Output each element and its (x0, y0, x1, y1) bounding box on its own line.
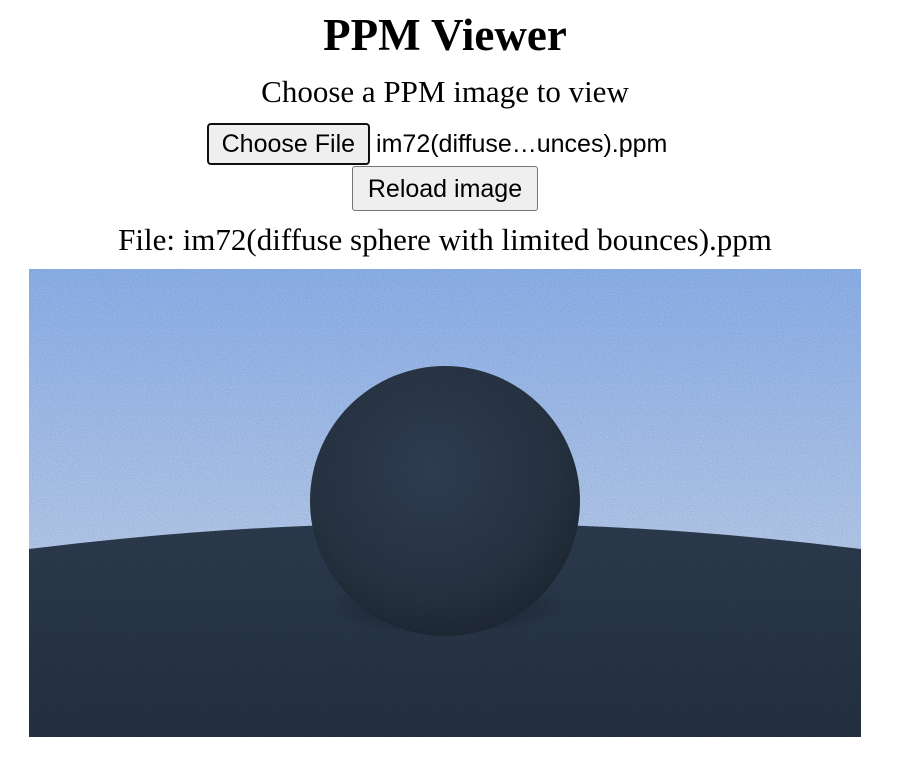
choose-file-button[interactable]: Choose File (206, 123, 371, 165)
render-noise (29, 269, 861, 737)
file-info-label: File: im72(diffuse sphere with limited b… (118, 222, 772, 257)
reload-image-button[interactable]: Reload image (351, 166, 539, 211)
page-title: PPM Viewer (323, 10, 567, 60)
ppm-viewer-page: PPM Viewer Choose a PPM image to view Ch… (0, 0, 900, 766)
file-input-row: Choose File im72(diffuse…unces).ppm (0, 123, 874, 165)
rendered-image (29, 269, 861, 737)
selected-file-name: im72(diffuse…unces).ppm (376, 129, 668, 158)
reload-row: Reload image (0, 166, 890, 211)
page-subtitle: Choose a PPM image to view (261, 74, 629, 109)
